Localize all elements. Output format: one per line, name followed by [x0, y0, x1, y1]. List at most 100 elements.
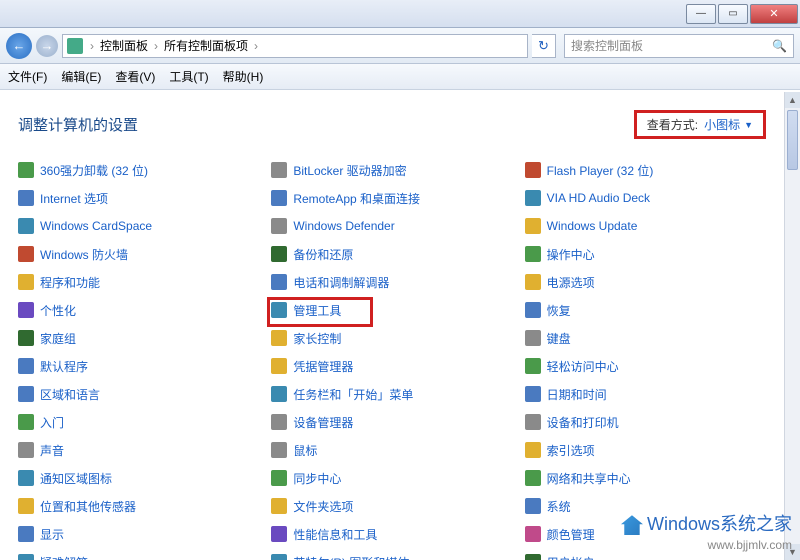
- item-link[interactable]: 文件夹选项: [293, 498, 353, 515]
- item-link[interactable]: Internet 选项: [40, 190, 108, 207]
- control-panel-item[interactable]: 索引选项: [525, 441, 766, 459]
- item-link[interactable]: 位置和其他传感器: [40, 498, 136, 515]
- control-panel-item[interactable]: Flash Player (32 位): [525, 161, 766, 179]
- view-by-selector[interactable]: 查看方式: 小图标 ▼: [634, 110, 766, 139]
- control-panel-item[interactable]: 入门: [18, 413, 259, 431]
- control-panel-item[interactable]: 性能信息和工具: [271, 525, 512, 543]
- item-link[interactable]: 程序和功能: [40, 274, 100, 291]
- item-link[interactable]: 轻松访问中心: [547, 358, 619, 375]
- item-link[interactable]: 个性化: [40, 302, 76, 319]
- item-link[interactable]: 凭据管理器: [293, 358, 353, 375]
- back-button[interactable]: ←: [6, 33, 32, 59]
- item-link[interactable]: 颜色管理: [547, 526, 595, 543]
- item-link[interactable]: 备份和还原: [293, 246, 353, 263]
- control-panel-item[interactable]: 个性化: [18, 301, 259, 319]
- maximize-button[interactable]: ▭: [718, 4, 748, 24]
- item-link[interactable]: 管理工具: [293, 302, 341, 319]
- item-link[interactable]: 键盘: [547, 330, 571, 347]
- item-link[interactable]: 任务栏和「开始」菜单: [293, 386, 413, 403]
- item-link[interactable]: Windows CardSpace: [40, 219, 152, 233]
- control-panel-item[interactable]: 同步中心: [271, 469, 512, 487]
- control-panel-item[interactable]: 360强力卸载 (32 位): [18, 161, 259, 179]
- control-panel-item[interactable]: Windows CardSpace: [18, 217, 259, 235]
- control-panel-item[interactable]: 日期和时间: [525, 385, 766, 403]
- control-panel-item[interactable]: Windows Defender: [271, 217, 512, 235]
- item-link[interactable]: RemoteApp 和桌面连接: [293, 190, 420, 207]
- control-panel-item[interactable]: 文件夹选项: [271, 497, 512, 515]
- close-button[interactable]: ✕: [750, 4, 798, 24]
- item-link[interactable]: Flash Player (32 位): [547, 162, 654, 179]
- control-panel-item[interactable]: BitLocker 驱动器加密: [271, 161, 512, 179]
- item-link[interactable]: 英特尔(R) 图形和媒体: [293, 554, 409, 560]
- menu-tools[interactable]: 工具(T): [169, 68, 208, 85]
- item-link[interactable]: 360强力卸载 (32 位): [40, 162, 148, 179]
- minimize-button[interactable]: —: [686, 4, 716, 24]
- menu-help[interactable]: 帮助(H): [223, 68, 264, 85]
- refresh-button[interactable]: ↻: [532, 34, 556, 58]
- control-panel-item[interactable]: 管理工具: [271, 301, 512, 319]
- control-panel-item[interactable]: 默认程序: [18, 357, 259, 375]
- item-link[interactable]: 通知区域图标: [40, 470, 112, 487]
- control-panel-item[interactable]: 操作中心: [525, 245, 766, 263]
- control-panel-item[interactable]: 家长控制: [271, 329, 512, 347]
- item-link[interactable]: 恢复: [547, 302, 571, 319]
- control-panel-item[interactable]: 英特尔(R) 图形和媒体: [271, 553, 512, 560]
- item-link[interactable]: Windows 防火墙: [40, 246, 128, 263]
- control-panel-item[interactable]: 位置和其他传感器: [18, 497, 259, 515]
- breadcrumb-item1[interactable]: 控制面板: [97, 37, 151, 54]
- item-link[interactable]: 声音: [40, 442, 64, 459]
- control-panel-item[interactable]: 电话和调制解调器: [271, 273, 512, 291]
- search-input[interactable]: 搜索控制面板 🔍: [564, 34, 794, 58]
- item-link[interactable]: BitLocker 驱动器加密: [293, 162, 406, 179]
- item-link[interactable]: 家长控制: [293, 330, 341, 347]
- item-link[interactable]: 性能信息和工具: [293, 526, 377, 543]
- item-link[interactable]: 设备和打印机: [547, 414, 619, 431]
- control-panel-item[interactable]: 通知区域图标: [18, 469, 259, 487]
- control-panel-item[interactable]: 区域和语言: [18, 385, 259, 403]
- forward-button[interactable]: →: [36, 35, 58, 57]
- control-panel-item[interactable]: Windows Update: [525, 217, 766, 235]
- scroll-up-icon[interactable]: ▲: [785, 92, 800, 108]
- item-link[interactable]: 疑难解答: [40, 554, 88, 560]
- item-link[interactable]: VIA HD Audio Deck: [547, 191, 650, 205]
- control-panel-item[interactable]: 恢复: [525, 301, 766, 319]
- control-panel-item[interactable]: 程序和功能: [18, 273, 259, 291]
- control-panel-item[interactable]: 凭据管理器: [271, 357, 512, 375]
- item-link[interactable]: 区域和语言: [40, 386, 100, 403]
- item-link[interactable]: 操作中心: [547, 246, 595, 263]
- item-link[interactable]: Windows Update: [547, 219, 638, 233]
- control-panel-item[interactable]: 设备和打印机: [525, 413, 766, 431]
- item-link[interactable]: 鼠标: [293, 442, 317, 459]
- control-panel-item[interactable]: Internet 选项: [18, 189, 259, 207]
- item-link[interactable]: 系统: [547, 498, 571, 515]
- menu-file[interactable]: 文件(F): [8, 68, 47, 85]
- item-link[interactable]: 家庭组: [40, 330, 76, 347]
- item-link[interactable]: 同步中心: [293, 470, 341, 487]
- item-link[interactable]: 网络和共享中心: [547, 470, 631, 487]
- control-panel-item[interactable]: 键盘: [525, 329, 766, 347]
- item-link[interactable]: 电话和调制解调器: [293, 274, 389, 291]
- item-link[interactable]: Windows Defender: [293, 219, 394, 233]
- item-link[interactable]: 电源选项: [547, 274, 595, 291]
- item-link[interactable]: 索引选项: [547, 442, 595, 459]
- control-panel-item[interactable]: VIA HD Audio Deck: [525, 189, 766, 207]
- control-panel-item[interactable]: Windows 防火墙: [18, 245, 259, 263]
- item-link[interactable]: 入门: [40, 414, 64, 431]
- control-panel-item[interactable]: 网络和共享中心: [525, 469, 766, 487]
- menu-view[interactable]: 查看(V): [115, 68, 155, 85]
- control-panel-item[interactable]: 轻松访问中心: [525, 357, 766, 375]
- scroll-thumb[interactable]: [787, 110, 798, 170]
- control-panel-item[interactable]: 任务栏和「开始」菜单: [271, 385, 512, 403]
- control-panel-item[interactable]: 显示: [18, 525, 259, 543]
- item-link[interactable]: 默认程序: [40, 358, 88, 375]
- breadcrumb[interactable]: › 控制面板 › 所有控制面板项 ›: [62, 34, 528, 58]
- control-panel-item[interactable]: 鼠标: [271, 441, 512, 459]
- control-panel-item[interactable]: 电源选项: [525, 273, 766, 291]
- item-link[interactable]: 用户帐户: [547, 554, 595, 560]
- control-panel-item[interactable]: RemoteApp 和桌面连接: [271, 189, 512, 207]
- item-link[interactable]: 显示: [40, 526, 64, 543]
- control-panel-item[interactable]: 疑难解答: [18, 553, 259, 560]
- control-panel-item[interactable]: 家庭组: [18, 329, 259, 347]
- control-panel-item[interactable]: 声音: [18, 441, 259, 459]
- scrollbar[interactable]: ▲ ▼: [784, 92, 800, 560]
